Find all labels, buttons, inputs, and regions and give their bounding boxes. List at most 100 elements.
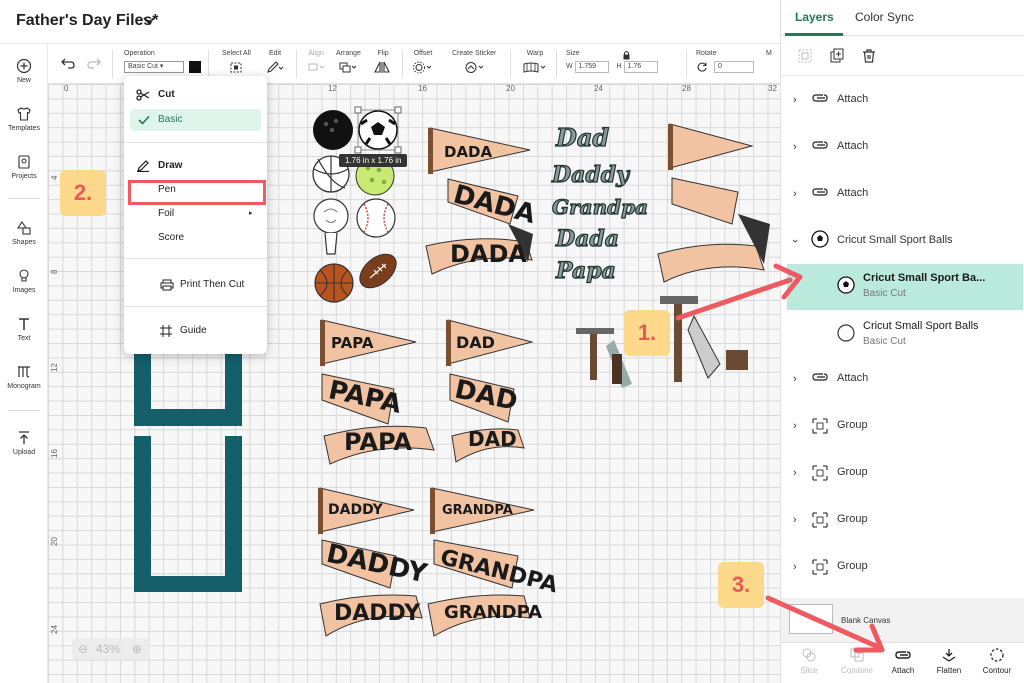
sub-layer-row[interactable]: Cricut Small Sport Balls Basic Cut [787, 312, 1023, 358]
chevron-right-icon[interactable]: › [793, 420, 797, 432]
script-word: Grandpa [552, 195, 648, 219]
color-swatch[interactable] [188, 61, 201, 73]
menu-item-score[interactable]: Score [124, 227, 267, 249]
dad-script-words[interactable]: Dad Daddy Grandpa Dada Papa [550, 122, 648, 284]
layer-row[interactable]: › Attach [781, 356, 1024, 403]
layer-row[interactable]: › Attach [781, 77, 1024, 124]
create-sticker-group[interactable]: Create Sticker [452, 50, 496, 76]
pennant-dad-set[interactable]: DAD DAD DAD [446, 319, 534, 463]
sidebar-item-projects[interactable]: Projects [0, 154, 48, 180]
pennant-daddy-set[interactable]: DADDY DADDY DADDY [318, 487, 431, 637]
sidebar-item-label: Projects [11, 173, 37, 180]
duplicate-icon[interactable] [829, 48, 845, 64]
layer-row[interactable]: › Attach [781, 171, 1024, 218]
sidebar-item-label: Monogram [7, 383, 41, 390]
callout-step-3: 3. [718, 562, 764, 608]
align-group[interactable]: Align [306, 50, 326, 76]
rotate-icon [697, 62, 707, 72]
teal-frame-top[interactable] [134, 354, 242, 426]
sidebar-item-templates[interactable]: Templates [0, 106, 48, 132]
layer-row[interactable]: › Group [781, 403, 1024, 450]
chevron-right-icon[interactable]: › [793, 373, 797, 385]
bottom-actions: Slice Combine Attach Flatten Contour [781, 642, 1024, 683]
sub-layer-row-selected[interactable]: Cricut Small Sport Ba... Basic Cut [787, 264, 1023, 310]
warp-group[interactable]: Warp [522, 50, 548, 76]
teal-frame-bottom[interactable] [134, 436, 242, 592]
arrange-group[interactable]: Arrange [336, 50, 361, 76]
menu-item-foil[interactable]: Foil ▸ [124, 203, 267, 225]
chevron-down-icon[interactable] [142, 13, 156, 27]
draw-pen-icon [137, 160, 149, 172]
slice-button[interactable]: Slice [789, 647, 829, 675]
panel-tabs: Layers Color Sync [781, 0, 1024, 36]
lock-icon[interactable] [622, 50, 631, 60]
layer-row[interactable]: › Group [781, 497, 1024, 544]
sidebar-item-images[interactable]: Images [0, 268, 48, 294]
attach-button[interactable]: Attach [883, 647, 923, 675]
menu-foil-label: Foil [158, 208, 175, 219]
layer-row-expanded[interactable]: › Cricut Small Sport Balls [781, 218, 1024, 265]
sidebar-item-new[interactable]: New [0, 58, 48, 84]
operation-value: Basic Cut [128, 63, 158, 70]
sidebar-item-text[interactable]: Text [0, 316, 48, 342]
combine-button[interactable]: Combine [837, 647, 877, 675]
group-icon [812, 559, 828, 575]
flatten-button[interactable]: Flatten [929, 647, 969, 675]
layer-row[interactable]: › Group [781, 450, 1024, 497]
edit-group[interactable]: Edit [266, 50, 284, 76]
undo-icon[interactable] [60, 56, 76, 70]
zoom-out-button[interactable]: ⊖ [78, 638, 88, 660]
flip-icon [374, 61, 390, 73]
menu-item-print-then-cut[interactable]: Print Then Cut [124, 274, 267, 296]
menu-item-guide[interactable]: Guide [124, 320, 267, 342]
width-prefix: W [566, 63, 573, 70]
group-icon[interactable] [797, 48, 813, 64]
trash-icon[interactable] [861, 48, 877, 64]
width-input[interactable]: 1.759 [574, 61, 609, 73]
offset-group[interactable]: Offset [412, 50, 434, 76]
sidebar-item-shapes[interactable]: Shapes [0, 220, 48, 246]
scissors-icon [136, 89, 150, 101]
rotate-input[interactable]: 0 [713, 61, 754, 73]
tab-layers[interactable]: Layers [795, 10, 834, 24]
sub-layer-name: Cricut Small Sport Ba... [863, 272, 986, 284]
menu-divider [124, 142, 267, 143]
pennant-dada-set[interactable]: DADA DADA DADA [425, 127, 539, 275]
sidebar-item-upload[interactable]: Upload [0, 430, 48, 456]
menu-divider [124, 306, 267, 307]
layer-row[interactable]: › Attach [781, 124, 1024, 171]
chevron-down-icon[interactable]: › [789, 239, 801, 243]
circle-icon [837, 324, 855, 342]
operation-select[interactable]: Basic Cut ▾ [124, 61, 184, 73]
redo-icon[interactable] [86, 56, 102, 70]
blank-canvas-label: Blank Canvas [841, 616, 891, 625]
chevron-right-icon[interactable]: › [793, 188, 797, 200]
shapes-icon [16, 221, 31, 235]
more-group[interactable]: M [766, 50, 772, 61]
project-title[interactable]: Father's Day Files* [16, 12, 159, 30]
height-input[interactable]: 1.76 [623, 61, 658, 73]
flip-group[interactable]: Flip [372, 50, 394, 76]
sidebar-item-monogram[interactable]: Monogram [0, 364, 48, 390]
chevron-right-icon[interactable]: › [793, 94, 797, 106]
select-all-group[interactable]: Select All [222, 50, 251, 76]
zoom-in-button[interactable]: ⊕ [132, 638, 142, 660]
blank-canvas-row[interactable]: Blank Canvas [781, 598, 1024, 642]
upload-icon [19, 431, 29, 444]
chevron-right-icon[interactable]: › [793, 467, 797, 479]
pennant-label: PAPA [344, 428, 412, 456]
menu-item-basic[interactable]: Basic [130, 109, 261, 131]
chevron-right-icon[interactable]: › [793, 561, 797, 573]
chevron-right-icon[interactable]: › [793, 141, 797, 153]
blank-pennants[interactable] [657, 123, 770, 283]
tab-color-sync[interactable]: Color Sync [855, 10, 914, 24]
pennant-papa-set[interactable]: PAPA PAPA PAPA [320, 319, 435, 465]
pennant-label: DADDY [328, 502, 384, 518]
top-bar: Father's Day Files* [0, 0, 780, 44]
layer-row[interactable]: › Group [781, 544, 1024, 591]
sidebar-divider [8, 410, 40, 411]
chevron-right-icon[interactable]: › [793, 514, 797, 526]
blank-canvas-swatch [789, 604, 833, 634]
contour-button[interactable]: Contour [977, 647, 1017, 675]
pennant-grandpa-set[interactable]: GRANDPA GRANDPA GRANDPA [427, 487, 560, 637]
